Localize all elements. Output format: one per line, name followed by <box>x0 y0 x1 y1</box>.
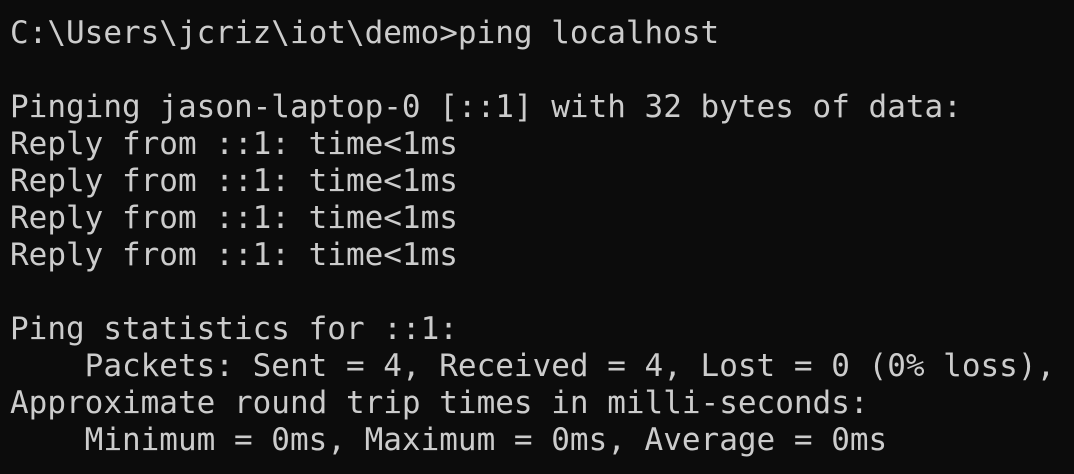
terminal-window[interactable]: C:\Users\jcriz\iot\demo>ping localhost P… <box>0 0 1074 474</box>
reply-line-1: Reply from ::1: time<1ms <box>10 126 458 162</box>
reply-line-4: Reply from ::1: time<1ms <box>10 237 458 273</box>
round-trip-times-line: Minimum = 0ms, Maximum = 0ms, Average = … <box>10 422 888 458</box>
statistics-header-line: Ping statistics for ::1: <box>10 311 458 347</box>
reply-line-3: Reply from ::1: time<1ms <box>10 200 458 236</box>
command-prompt-line[interactable]: C:\Users\jcriz\iot\demo>ping localhost <box>10 15 719 52</box>
round-trip-header-line: Approximate round trip times in milli-se… <box>10 385 869 421</box>
ping-header-line: Pinging jason-laptop-0 [::1] with 32 byt… <box>10 89 962 125</box>
reply-line-2: Reply from ::1: time<1ms <box>10 163 458 199</box>
packets-summary-line: Packets: Sent = 4, Received = 4, Lost = … <box>10 348 1056 384</box>
